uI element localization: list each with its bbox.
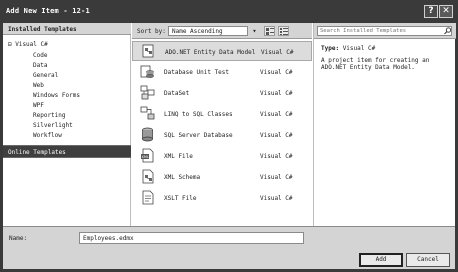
name-field[interactable]	[79, 232, 304, 244]
template-item-ado-net-entity-data-model[interactable]: ADO.NET Entity Data Model Visual C#	[132, 41, 312, 61]
title-bar: Add New Item - 12-1 ? ✕	[0, 0, 458, 23]
template-item-xml-schema[interactable]: XML Schema Visual C#	[132, 167, 312, 187]
sort-dropdown-value: Name Ascending	[172, 28, 223, 35]
dialog-body: Installed Templates ⊟ Visual C# Code Dat…	[3, 23, 456, 269]
tree-node-web[interactable]: Web	[33, 82, 44, 89]
search-input[interactable]	[320, 27, 438, 35]
template-item-language: Visual C#	[261, 49, 294, 56]
template-item-language: Visual C#	[260, 195, 293, 202]
online-templates-label: Online Templates	[8, 149, 66, 156]
template-details-panel: Type: Visual C# A project item for creat…	[313, 23, 456, 226]
template-item-language: Visual C#	[260, 132, 293, 139]
installed-templates-header: Installed Templates	[3, 23, 131, 35]
template-description: A project item for creating an ADO.NET E…	[321, 57, 430, 71]
template-item-language: Visual C#	[260, 111, 293, 118]
tree-node-silverlight[interactable]: Silverlight	[33, 122, 73, 129]
template-list: ADO.NET Entity Data Model Visual C# Data…	[132, 39, 312, 226]
svg-text:XML: XML	[142, 155, 149, 159]
template-item-name: XSLT File	[164, 195, 197, 202]
dialog-footer: Name: Add Cancel	[3, 226, 455, 269]
template-item-language: Visual C#	[260, 174, 293, 181]
add-new-item-dialog: Add New Item - 12-1 ? ✕ Installed Templa…	[0, 0, 458, 272]
template-item-xslt-file[interactable]: XSLT File Visual C#	[132, 188, 312, 208]
template-item-name: SQL Server Database	[164, 132, 233, 139]
template-item-name: Database Unit Test	[164, 69, 230, 76]
template-item-sql-server-database[interactable]: SQL Server Database Visual C#	[132, 125, 312, 145]
template-item-xml-file[interactable]: XML XML File Visual C#	[132, 146, 312, 166]
linq-to-sql-icon	[140, 106, 155, 120]
xslt-file-icon	[142, 190, 154, 205]
template-item-dataset[interactable]: DataSet Visual C#	[132, 83, 312, 103]
help-button[interactable]: ?	[424, 5, 438, 18]
sort-dropdown[interactable]: Name Ascending	[168, 26, 248, 36]
tree-node-wpf[interactable]: WPF	[33, 102, 44, 109]
xml-file-icon: XML	[141, 148, 154, 163]
name-input[interactable]	[83, 234, 298, 243]
template-item-name: XML Schema	[164, 174, 201, 181]
medium-icons-view-button[interactable]	[264, 26, 275, 36]
close-button[interactable]: ✕	[439, 5, 453, 18]
template-item-name: XML File	[164, 153, 193, 160]
search-icon[interactable]	[443, 27, 452, 35]
type-value: Visual C#	[342, 45, 376, 52]
template-type: Type: Visual C#	[321, 45, 375, 52]
search-box[interactable]	[317, 26, 452, 36]
template-item-database-unit-test[interactable]: Database Unit Test Visual C#	[132, 62, 312, 82]
template-item-name: ADO.NET Entity Data Model	[165, 49, 256, 56]
sort-by-label: Sort by:	[137, 28, 166, 35]
chevron-down-icon[interactable]: ▾	[250, 26, 259, 36]
tree-node-general[interactable]: General	[33, 72, 58, 79]
sort-toolbar: Sort by: Name Ascending ▾	[132, 23, 312, 39]
template-item-name: LINQ to SQL Classes	[164, 111, 233, 118]
entity-model-icon	[142, 44, 154, 58]
tree-node-data[interactable]: Data	[33, 62, 47, 69]
name-label: Name:	[9, 235, 28, 242]
small-icons-view-button[interactable]	[278, 26, 289, 36]
online-templates-item[interactable]: Online Templates	[3, 145, 131, 158]
tree-node-reporting[interactable]: Reporting	[33, 112, 66, 119]
tree-node-windows-forms[interactable]: Windows Forms	[33, 92, 80, 99]
tree-node-visual-csharp[interactable]: ⊟ Visual C#	[8, 41, 48, 48]
template-item-linq-to-sql-classes[interactable]: LINQ to SQL Classes Visual C#	[132, 104, 312, 124]
database-unit-test-icon	[140, 65, 154, 78]
xml-schema-icon	[142, 169, 154, 184]
tree-node-workflow[interactable]: Workflow	[33, 132, 62, 139]
template-item-language: Visual C#	[260, 69, 293, 76]
sql-database-icon	[142, 127, 153, 142]
template-item-language: Visual C#	[260, 90, 293, 97]
template-item-name: DataSet	[164, 90, 190, 97]
add-button[interactable]: Add	[359, 253, 403, 267]
template-item-language: Visual C#	[260, 153, 293, 160]
tree-node-code[interactable]: Code	[33, 52, 47, 59]
type-label: Type:	[321, 45, 340, 52]
cancel-button[interactable]: Cancel	[406, 253, 450, 267]
dialog-title: Add New Item - 12-1	[6, 7, 90, 15]
template-categories-panel: Installed Templates ⊟ Visual C# Code Dat…	[3, 23, 131, 226]
installed-templates-label: Installed Templates	[8, 26, 77, 33]
dataset-icon	[140, 85, 155, 100]
search-bar	[314, 23, 456, 39]
